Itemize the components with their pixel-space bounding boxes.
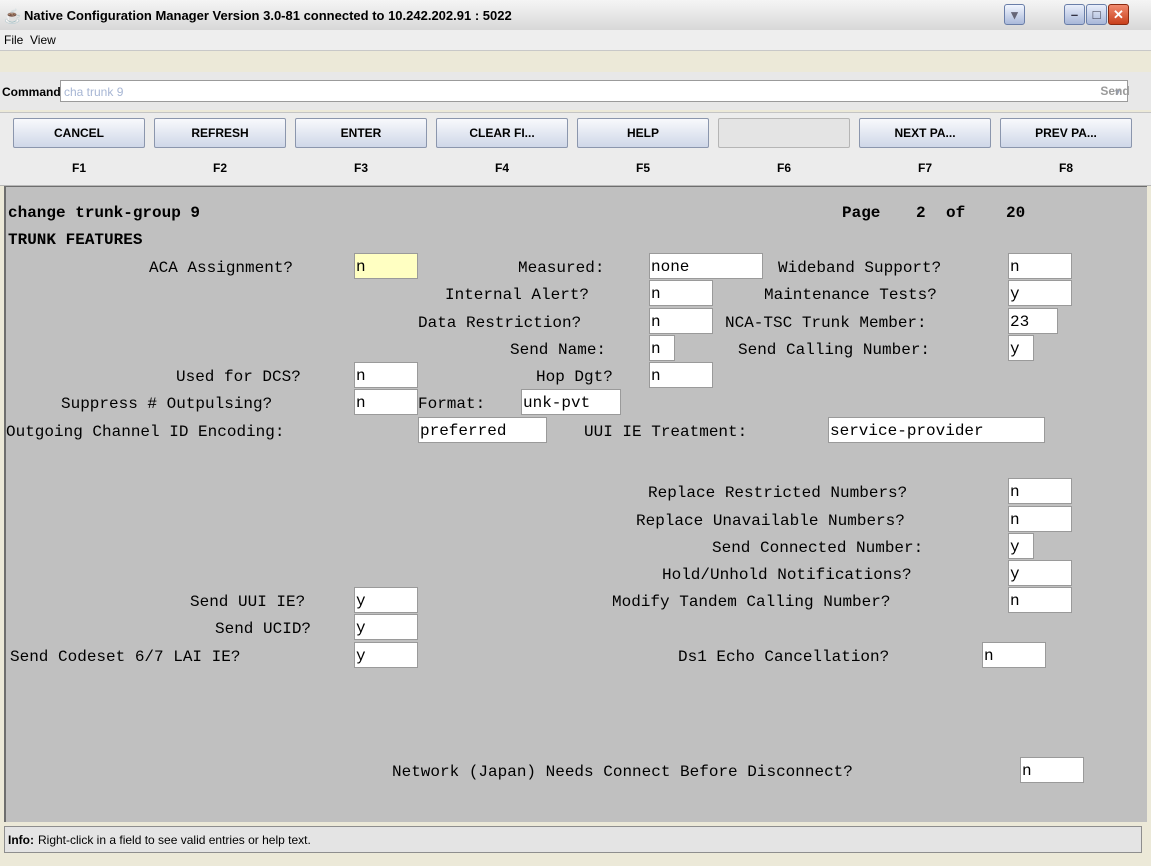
fkey-label-f1: F1	[71, 161, 86, 175]
hold-unhold-notifications-field[interactable]: y	[1008, 560, 1072, 586]
internal-alert-label: Internal Alert?	[445, 286, 590, 304]
outgoing-channel-id-encoding-field[interactable]: preferred	[418, 417, 547, 443]
section-title: TRUNK FEATURES	[8, 231, 143, 249]
hop-dgt-field[interactable]: n	[649, 362, 713, 388]
f6-button[interactable]	[718, 118, 850, 148]
info-text: Right-click in a field to see valid entr…	[38, 833, 311, 847]
refresh-button[interactable]: REFRESH	[154, 118, 286, 148]
clear-fields-button[interactable]: CLEAR FI...	[436, 118, 568, 148]
suppress-outpulsing-label: Suppress # Outpulsing?	[61, 395, 273, 413]
fkey-label-f2: F2	[212, 161, 227, 175]
form-title: change trunk-group 9	[8, 204, 201, 222]
send-calling-number-field[interactable]: y	[1008, 335, 1034, 361]
fkey-label-f3: F3	[353, 161, 368, 175]
help-button[interactable]: HELP	[577, 118, 709, 148]
info-label: Info:	[8, 833, 34, 847]
replace-unavailable-numbers-field[interactable]: n	[1008, 506, 1072, 532]
nca-tsc-trunk-member-field[interactable]: 23	[1008, 308, 1058, 334]
window-menu-dropdown-button[interactable]: ▾	[1004, 4, 1025, 25]
replace-restricted-numbers-field[interactable]: n	[1008, 478, 1072, 504]
send-uui-ie-label: Send UUI IE?	[190, 593, 306, 611]
next-page-button[interactable]: NEXT PA...	[859, 118, 991, 148]
outgoing-channel-id-encoding-label: Outgoing Channel ID Encoding:	[6, 423, 285, 441]
fkey-label-f7: F7	[917, 161, 932, 175]
measured-label: Measured:	[518, 259, 605, 277]
command-input-value: cha trunk 9	[64, 85, 124, 99]
data-restriction-label: Data Restriction?	[418, 314, 582, 332]
cancel-button[interactable]: CANCEL	[13, 118, 145, 148]
fkey-label-f8: F8	[1058, 161, 1073, 175]
replace-restricted-numbers-label: Replace Restricted Numbers?	[648, 484, 908, 502]
nca-tsc-trunk-member-label: NCA-TSC Trunk Member:	[725, 314, 927, 332]
command-bar: Command: cha trunk 9 ▼ Send	[0, 72, 1151, 110]
page-of: of	[946, 204, 966, 222]
uui-ie-treatment-label: UUI IE Treatment:	[584, 423, 748, 441]
minimize-button[interactable]: –	[1064, 4, 1085, 25]
aca-assignment-field[interactable]: n	[354, 253, 418, 279]
maintenance-tests-label: Maintenance Tests?	[764, 286, 937, 304]
aca-assignment-label: ACA Assignment?	[149, 259, 294, 277]
wideband-support-label: Wideband Support?	[778, 259, 942, 277]
info-bar: Info: Right-click in a field to see vali…	[4, 826, 1142, 853]
modify-tandem-calling-number-field[interactable]: n	[1008, 587, 1072, 613]
send-connected-number-field[interactable]: y	[1008, 533, 1034, 559]
maximize-button[interactable]: □	[1086, 4, 1107, 25]
menu-file[interactable]: File	[4, 33, 23, 47]
command-input[interactable]: cha trunk 9 ▼	[60, 80, 1128, 102]
page-label: Page	[842, 204, 881, 222]
uui-ie-treatment-field[interactable]: service-provider	[828, 417, 1045, 443]
function-key-bar: CANCEL REFRESH ENTER CLEAR FI... HELP NE…	[0, 112, 1151, 186]
measured-field[interactable]: none	[649, 253, 763, 279]
close-button[interactable]: ✕	[1108, 4, 1129, 25]
replace-unavailable-numbers-label: Replace Unavailable Numbers?	[636, 512, 905, 530]
network-japan-connect-label: Network (Japan) Needs Connect Before Dis…	[392, 763, 853, 781]
internal-alert-field[interactable]: n	[649, 280, 713, 306]
wideband-support-field[interactable]: n	[1008, 253, 1072, 279]
hop-dgt-label: Hop Dgt?	[536, 368, 613, 386]
send-codeset-lai-ie-label: Send Codeset 6/7 LAI IE?	[10, 648, 241, 666]
send-calling-number-label: Send Calling Number:	[738, 341, 931, 359]
fkey-label-f6: F6	[776, 161, 791, 175]
send-uui-ie-field[interactable]: y	[354, 587, 418, 613]
command-label: Command:	[2, 85, 65, 99]
send-ucid-field[interactable]: y	[354, 614, 418, 640]
window-titlebar[interactable]: ☕ Native Configuration Manager Version 3…	[0, 0, 1151, 31]
prev-page-button[interactable]: PREV PA...	[1000, 118, 1132, 148]
enter-button[interactable]: ENTER	[295, 118, 427, 148]
hold-unhold-notifications-label: Hold/Unhold Notifications?	[662, 566, 912, 584]
send-name-label: Send Name:	[510, 341, 607, 359]
fkey-label-f4: F4	[494, 161, 509, 175]
menu-view[interactable]: View	[30, 33, 56, 47]
send-ucid-label: Send UCID?	[215, 620, 312, 638]
network-japan-connect-field[interactable]: n	[1020, 757, 1084, 783]
terminal-form-screen: change trunk-group 9 Page 2 of 20 TRUNK …	[4, 186, 1147, 822]
send-name-field[interactable]: n	[649, 335, 675, 361]
page-total: 20	[1006, 204, 1026, 222]
send-connected-number-label: Send Connected Number:	[712, 539, 924, 557]
suppress-outpulsing-field[interactable]: n	[354, 389, 418, 415]
data-restriction-field[interactable]: n	[649, 308, 713, 334]
send-button[interactable]: Send	[1092, 80, 1138, 102]
used-for-dcs-label: Used for DCS?	[176, 368, 301, 386]
format-label: Format:	[418, 395, 486, 413]
window-title: Native Configuration Manager Version 3.0…	[24, 8, 512, 23]
ds1-echo-cancellation-label: Ds1 Echo Cancellation?	[678, 648, 890, 666]
page-current: 2	[916, 204, 926, 222]
modify-tandem-calling-number-label: Modify Tandem Calling Number?	[612, 593, 891, 611]
java-app-icon: ☕	[4, 8, 22, 24]
send-codeset-lai-ie-field[interactable]: y	[354, 642, 418, 668]
used-for-dcs-field[interactable]: n	[354, 362, 418, 388]
format-field[interactable]: unk-pvt	[521, 389, 621, 415]
fkey-label-f5: F5	[635, 161, 650, 175]
maintenance-tests-field[interactable]: y	[1008, 280, 1072, 306]
menu-bar: File View	[0, 30, 1151, 51]
ds1-echo-cancellation-field[interactable]: n	[982, 642, 1046, 668]
